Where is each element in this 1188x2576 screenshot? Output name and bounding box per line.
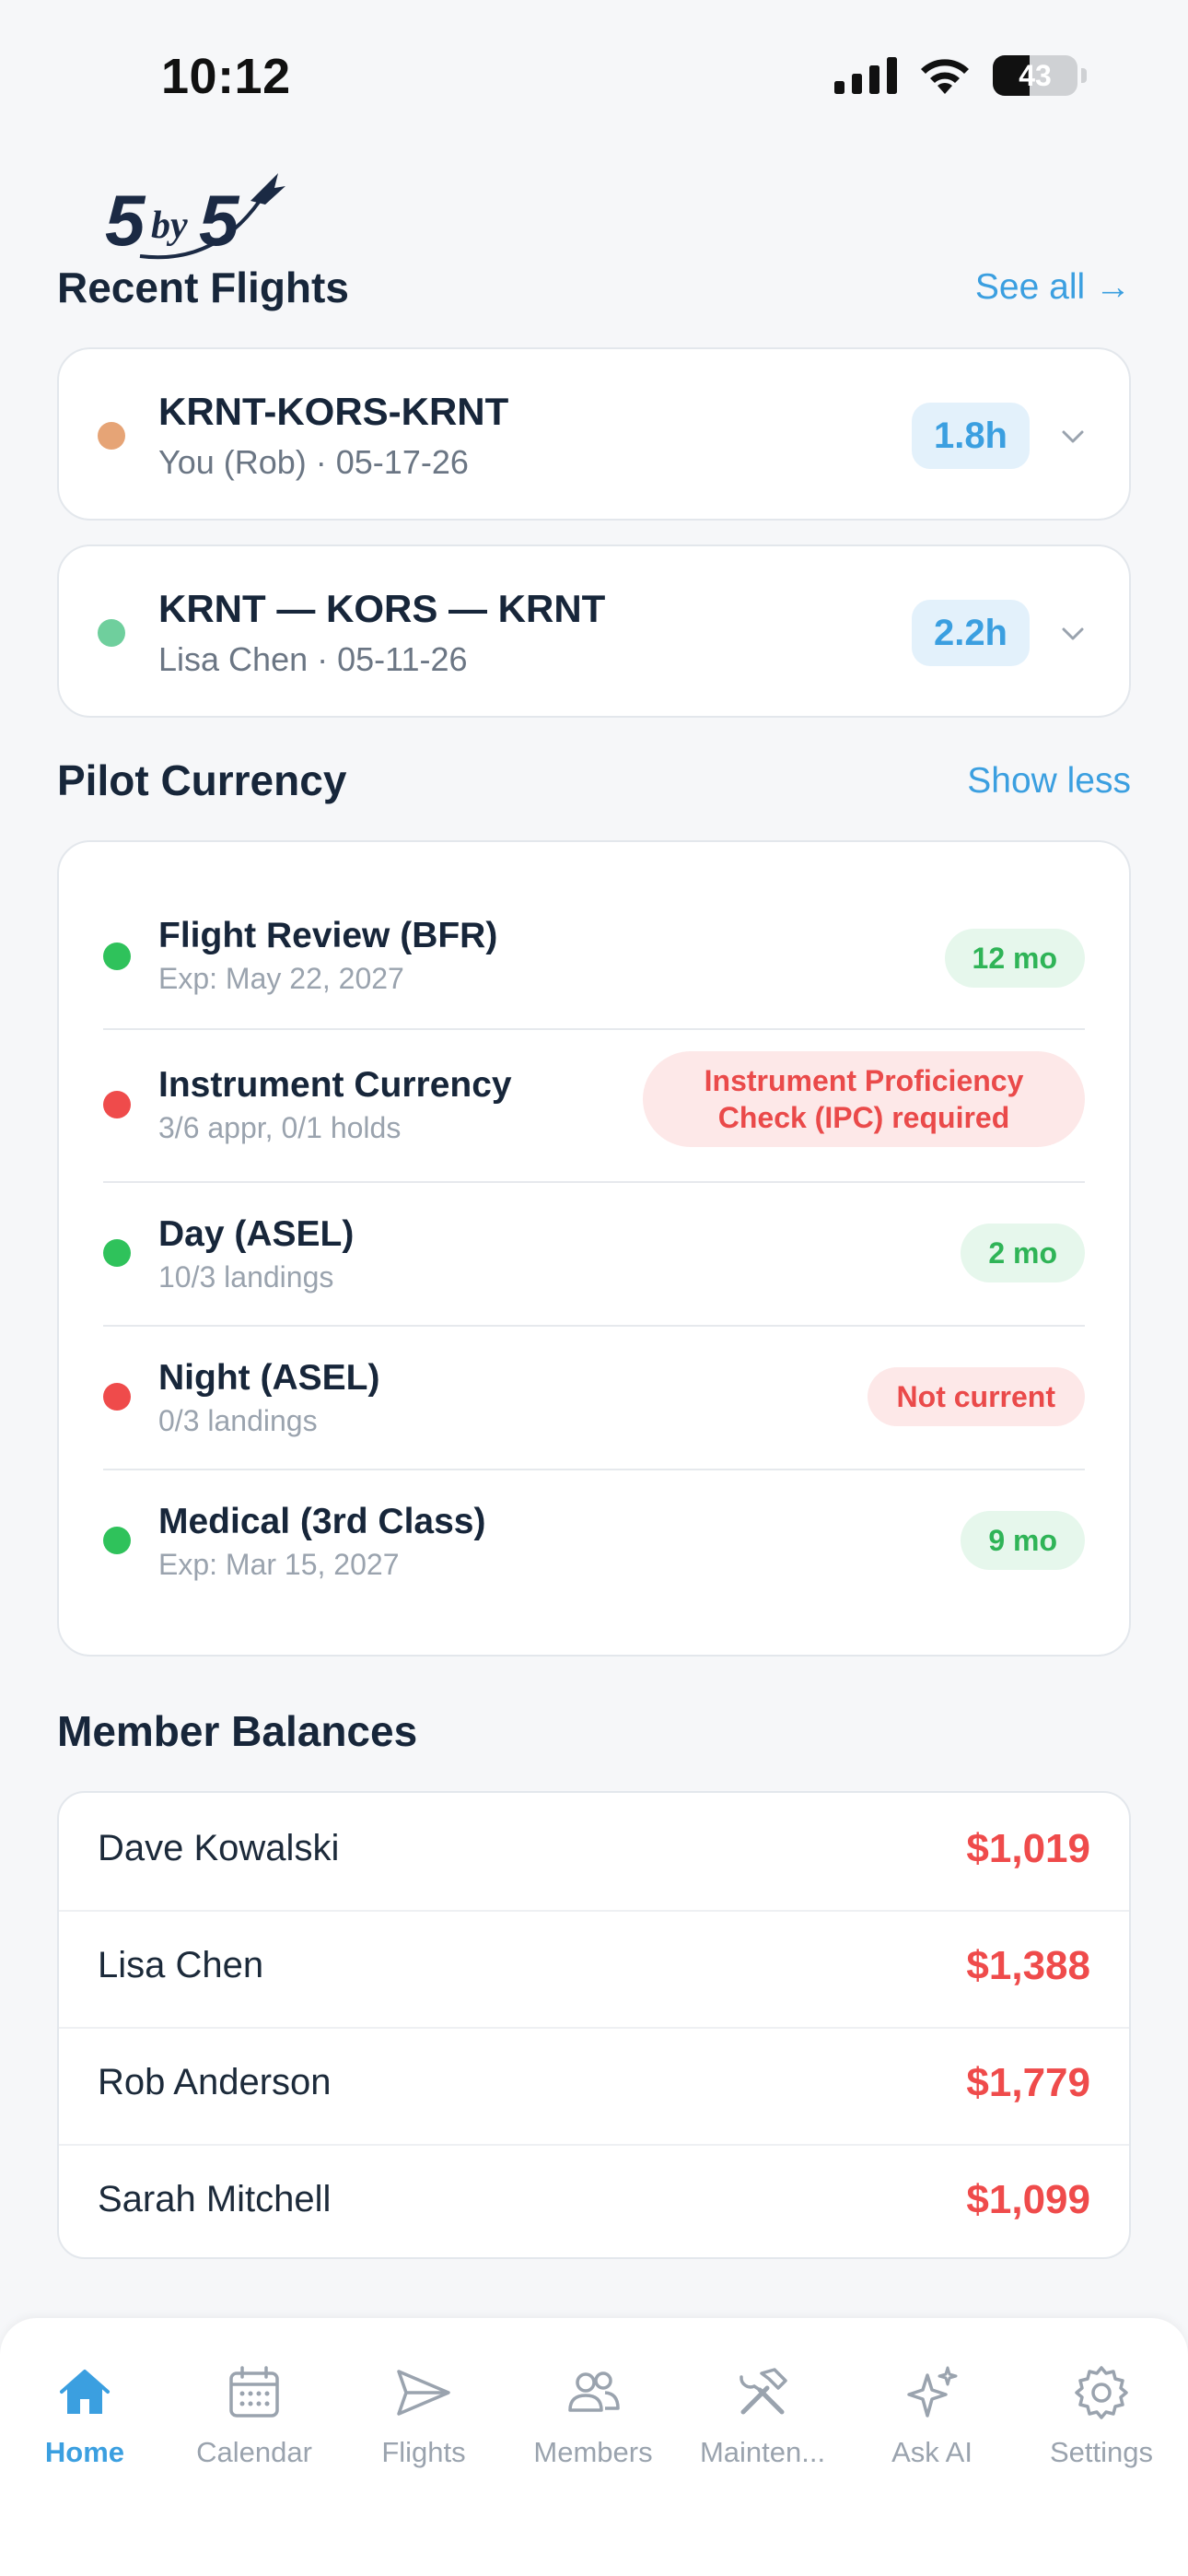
currency-row-night: Night (ASEL) 0/3 landings Not current [103,1358,1085,1450]
home-icon [60,2370,110,2414]
pilot-currency-title: Pilot Currency [57,756,347,804]
status-dot [103,1383,131,1411]
status-icons: 43 [834,55,1087,96]
svg-text:5: 5 [105,180,146,261]
paper-plane-icon [397,2370,450,2416]
currency-sub: 10/3 landings [158,1260,334,1294]
tab-home[interactable]: Home [0,2362,169,2469]
status-badge-line: Check (IPC) required [717,1101,1010,1134]
tab-ask-ai[interactable]: Ask AI [847,2362,1017,2469]
flight-route: KRNT — KORS — KRNT [158,587,606,630]
chevron-down-icon[interactable] [1059,620,1087,648]
tab-members[interactable]: Members [508,2362,678,2469]
status-time: 10:12 [161,49,291,104]
currency-title: Day (ASEL) [158,1214,355,1254]
member-balance: $1,779 [966,2060,1090,2105]
flight-hours-badge: 2.2h [911,600,1030,666]
flight-route: KRNT-KORS-KRNT [158,390,509,433]
tab-label: Settings [1049,2436,1153,2468]
member-name: Rob Anderson [98,2062,332,2102]
balance-row[interactable]: Lisa Chen $1,388 [59,1910,1129,2027]
tab-label: Members [533,2436,653,2468]
member-balances-title: Member Balances [57,1707,418,1755]
chevron-down-icon[interactable] [1059,423,1087,451]
status-badge: 12 mo [944,929,1085,988]
status-dot [103,1239,131,1267]
tab-calendar[interactable]: Calendar [169,2362,339,2469]
flight-pilot-date: You (Rob) · 05-17-26 [158,443,469,481]
flight-card[interactable]: KRNT — KORS — KRNT Lisa Chen · 05-11-26 … [57,544,1131,718]
gear-icon [1075,2366,1128,2419]
wifi-icon [921,59,969,94]
tab-label: Calendar [196,2436,312,2468]
status-dot [103,1527,131,1554]
member-name: Dave Kowalski [98,1828,340,1868]
tab-label: Home [44,2436,125,2468]
member-name: Sarah Mitchell [98,2179,332,2219]
see-all-link[interactable]: See all → [975,267,1131,308]
tab-label: Ask AI [891,2436,973,2468]
member-balance: $1,388 [966,1943,1090,1988]
tab-bar: Home Calendar Flights Members Mainten...… [0,2318,1188,2576]
sparkles-icon [907,2366,958,2418]
status-badge: Not current [867,1367,1085,1426]
currency-sub: Exp: Mar 15, 2027 [158,1548,400,1581]
calendar-icon [229,2366,279,2418]
flight-pilot-date: Lisa Chen · 05-11-26 [158,640,468,678]
currency-row-flight-review: Flight Review (BFR) Exp: May 22, 2027 12… [103,916,1085,1008]
club-logo: 5 by 5 [105,173,285,261]
currency-sub: 3/6 appr, 0/1 holds [158,1111,402,1144]
battery-level: 43 [1019,58,1052,92]
pilot-currency-card: Flight Review (BFR) Exp: May 22, 2027 12… [57,840,1131,1657]
currency-row-instrument: Instrument Currency 3/6 appr, 0/1 holds … [103,1051,1085,1166]
pilot-color-dot [98,422,125,450]
member-balance: $1,019 [966,1826,1090,1871]
member-balances-card: Dave Kowalski $1,019 Lisa Chen $1,388 Ro… [57,1791,1131,2259]
currency-title: Flight Review (BFR) [158,916,498,955]
tab-label: Mainten... [699,2436,826,2468]
currency-title: Night (ASEL) [158,1358,380,1398]
tab-maintenance[interactable]: Mainten... [678,2362,847,2469]
member-balance: $1,099 [966,2177,1090,2222]
battery-icon: 43 [993,55,1077,96]
status-badge: 2 mo [961,1224,1085,1282]
member-name: Lisa Chen [98,1945,264,1985]
status-bar: 10:12 43 [0,0,1188,147]
balance-row[interactable]: Sarah Mitchell $1,099 [59,2144,1129,2261]
tab-flights[interactable]: Flights [339,2362,508,2469]
tab-label: Flights [381,2436,466,2468]
tab-settings[interactable]: Settings [1017,2362,1186,2469]
balance-row[interactable]: Rob Anderson $1,779 [59,2027,1129,2144]
currency-row-day: Day (ASEL) 10/3 landings 2 mo [103,1214,1085,1306]
currency-title: Instrument Currency [158,1065,512,1105]
status-dot [103,943,131,970]
recent-flights-title: Recent Flights [57,263,349,311]
svg-text:by: by [151,205,188,247]
status-badge: Instrument Proficiency Check (IPC) requi… [643,1051,1085,1147]
status-badge-line: Instrument Proficiency [704,1064,1024,1097]
currency-sub: Exp: May 22, 2027 [158,962,404,995]
cellular-signal-icon [834,57,897,94]
tools-icon [740,2368,787,2415]
flight-card[interactable]: KRNT-KORS-KRNT You (Rob) · 05-17-26 1.8h [57,347,1131,521]
flight-hours-badge: 1.8h [911,403,1030,469]
currency-sub: 0/3 landings [158,1404,318,1437]
currency-title: Medical (3rd Class) [158,1502,486,1541]
show-less-toggle[interactable]: Show less [967,761,1131,802]
status-dot [103,1091,131,1118]
currency-row-medical: Medical (3rd Class) Exp: Mar 15, 2027 9 … [103,1502,1085,1594]
balance-row[interactable]: Dave Kowalski $1,019 [59,1793,1129,1910]
people-icon [568,2371,620,2412]
pilot-color-dot [98,619,125,647]
status-badge: 9 mo [961,1511,1085,1570]
